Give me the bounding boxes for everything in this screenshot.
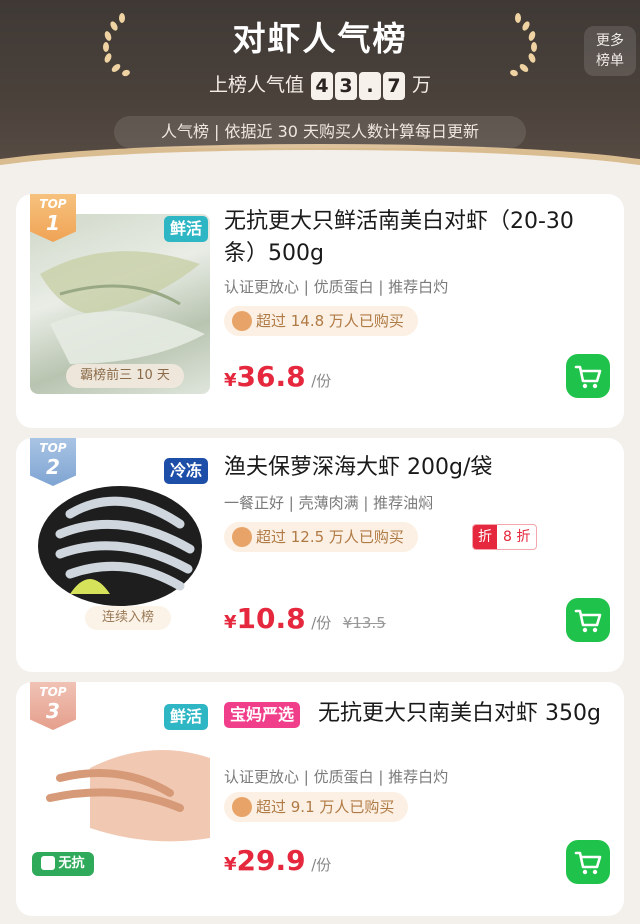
discount-value: 8 折 (503, 529, 531, 545)
popularity-row: 上榜人气值 43.7 万 (0, 70, 640, 100)
discount-label: 折 (473, 525, 497, 549)
page-title: 对虾人气榜 (232, 19, 408, 58)
shield-check-icon (41, 855, 56, 870)
flame-icon (232, 310, 252, 331)
add-to-cart-button[interactable] (566, 840, 610, 884)
buyers-text: 超过 12.5 万人已购买 (256, 528, 404, 546)
add-to-cart-button[interactable] (566, 354, 610, 398)
price-value: 10.8 (236, 602, 306, 635)
product-card-2[interactable]: 连续入榜 TOP 2 冷冻 渔夫保萝深海大虾 200g/袋 一餐正好 | 壳薄肉… (16, 438, 624, 672)
fresh-tag: 鲜活 (164, 704, 209, 730)
product-card-1[interactable]: 霸榜前三 10 天 TOP 1 鲜活 无抗更大只鲜活南美白对虾（20-30条）5… (16, 194, 624, 428)
rank-top-label: TOP (39, 441, 67, 455)
more-label-line1: 更多 (596, 33, 624, 49)
buyers-count: 超过 9.1 万人已购买 (224, 792, 409, 822)
rank-number: 2 (46, 455, 60, 479)
image-label-3-text: 无抗 (58, 856, 85, 871)
price-unit: /份 (311, 856, 332, 874)
price-value: 29.9 (236, 844, 306, 877)
header: 对虾人气榜 更多 榜单 上榜人气值 43.7 万 人气榜 | 依据近 30 天购… (0, 0, 640, 178)
original-price: ¥13.5 (342, 614, 386, 632)
rank-number: 3 (46, 699, 60, 723)
cart-icon (574, 609, 602, 633)
product-name[interactable]: 无抗更大只鲜活南美白对虾（20-30条）500g (224, 206, 604, 270)
rank-number: 1 (46, 211, 60, 235)
product-name[interactable]: 渔夫保萝深海大虾 200g/袋 (224, 452, 604, 484)
flame-icon (232, 796, 252, 817)
product-card-3[interactable]: 无抗 TOP 3 鲜活 宝妈严选 无抗更大只南美白对虾 350g 认证更放心 |… (16, 682, 624, 916)
popularity-digit: 3 (335, 71, 357, 100)
product-features: 认证更放心 | 优质蛋白 | 推荐白灼 (224, 278, 449, 296)
cart-icon (574, 851, 602, 875)
buyers-count: 超过 12.5 万人已购买 (224, 522, 418, 552)
price: ¥29.9 /份 (224, 844, 331, 877)
popularity-digit: . (359, 71, 381, 100)
buyers-text: 超过 9.1 万人已购买 (256, 798, 395, 816)
price-unit: /份 (311, 614, 332, 632)
currency-symbol: ¥ (224, 612, 237, 633)
flame-icon (232, 526, 252, 547)
frozen-tag: 冷冻 (164, 458, 209, 484)
buyers-text: 超过 14.8 万人已购买 (256, 312, 404, 330)
discount-badge: 折 8 折 (472, 524, 538, 550)
more-label-line2: 榜单 (596, 53, 624, 69)
price: ¥36.8 /份 (224, 360, 331, 393)
popularity-unit: 万 (412, 74, 432, 96)
price: ¥10.8 /份 ¥13.5 (224, 602, 386, 635)
price-value: 36.8 (236, 360, 306, 393)
rank-top-label: TOP (39, 197, 67, 211)
popularity-digit: 7 (383, 71, 405, 100)
popularity-digit: 4 (311, 71, 333, 100)
fresh-tag: 鲜活 (164, 216, 209, 242)
ranking-note: 人气榜 | 依据近 30 天购买人数计算每日更新 (114, 116, 526, 148)
image-label-2: 连续入榜 (85, 606, 171, 630)
add-to-cart-button[interactable] (566, 598, 610, 642)
image-label-1: 霸榜前三 10 天 (66, 364, 184, 388)
currency-symbol: ¥ (224, 370, 237, 391)
more-rankings-button[interactable]: 更多 榜单 (584, 26, 636, 76)
cart-icon (574, 365, 602, 389)
product-features: 认证更放心 | 优质蛋白 | 推荐白灼 (224, 768, 449, 786)
image-label-3: 无抗 (32, 852, 94, 876)
price-unit: /份 (311, 372, 332, 390)
product-name[interactable]: 无抗更大只南美白对虾 350g (224, 698, 604, 730)
popularity-label: 上榜人气值 (208, 74, 304, 96)
product-features: 一餐正好 | 壳薄肉满 | 推荐油焖 (224, 494, 434, 512)
rank-top-label: TOP (39, 685, 67, 699)
currency-symbol: ¥ (224, 854, 237, 875)
buyers-count: 超过 14.8 万人已购买 (224, 306, 418, 336)
